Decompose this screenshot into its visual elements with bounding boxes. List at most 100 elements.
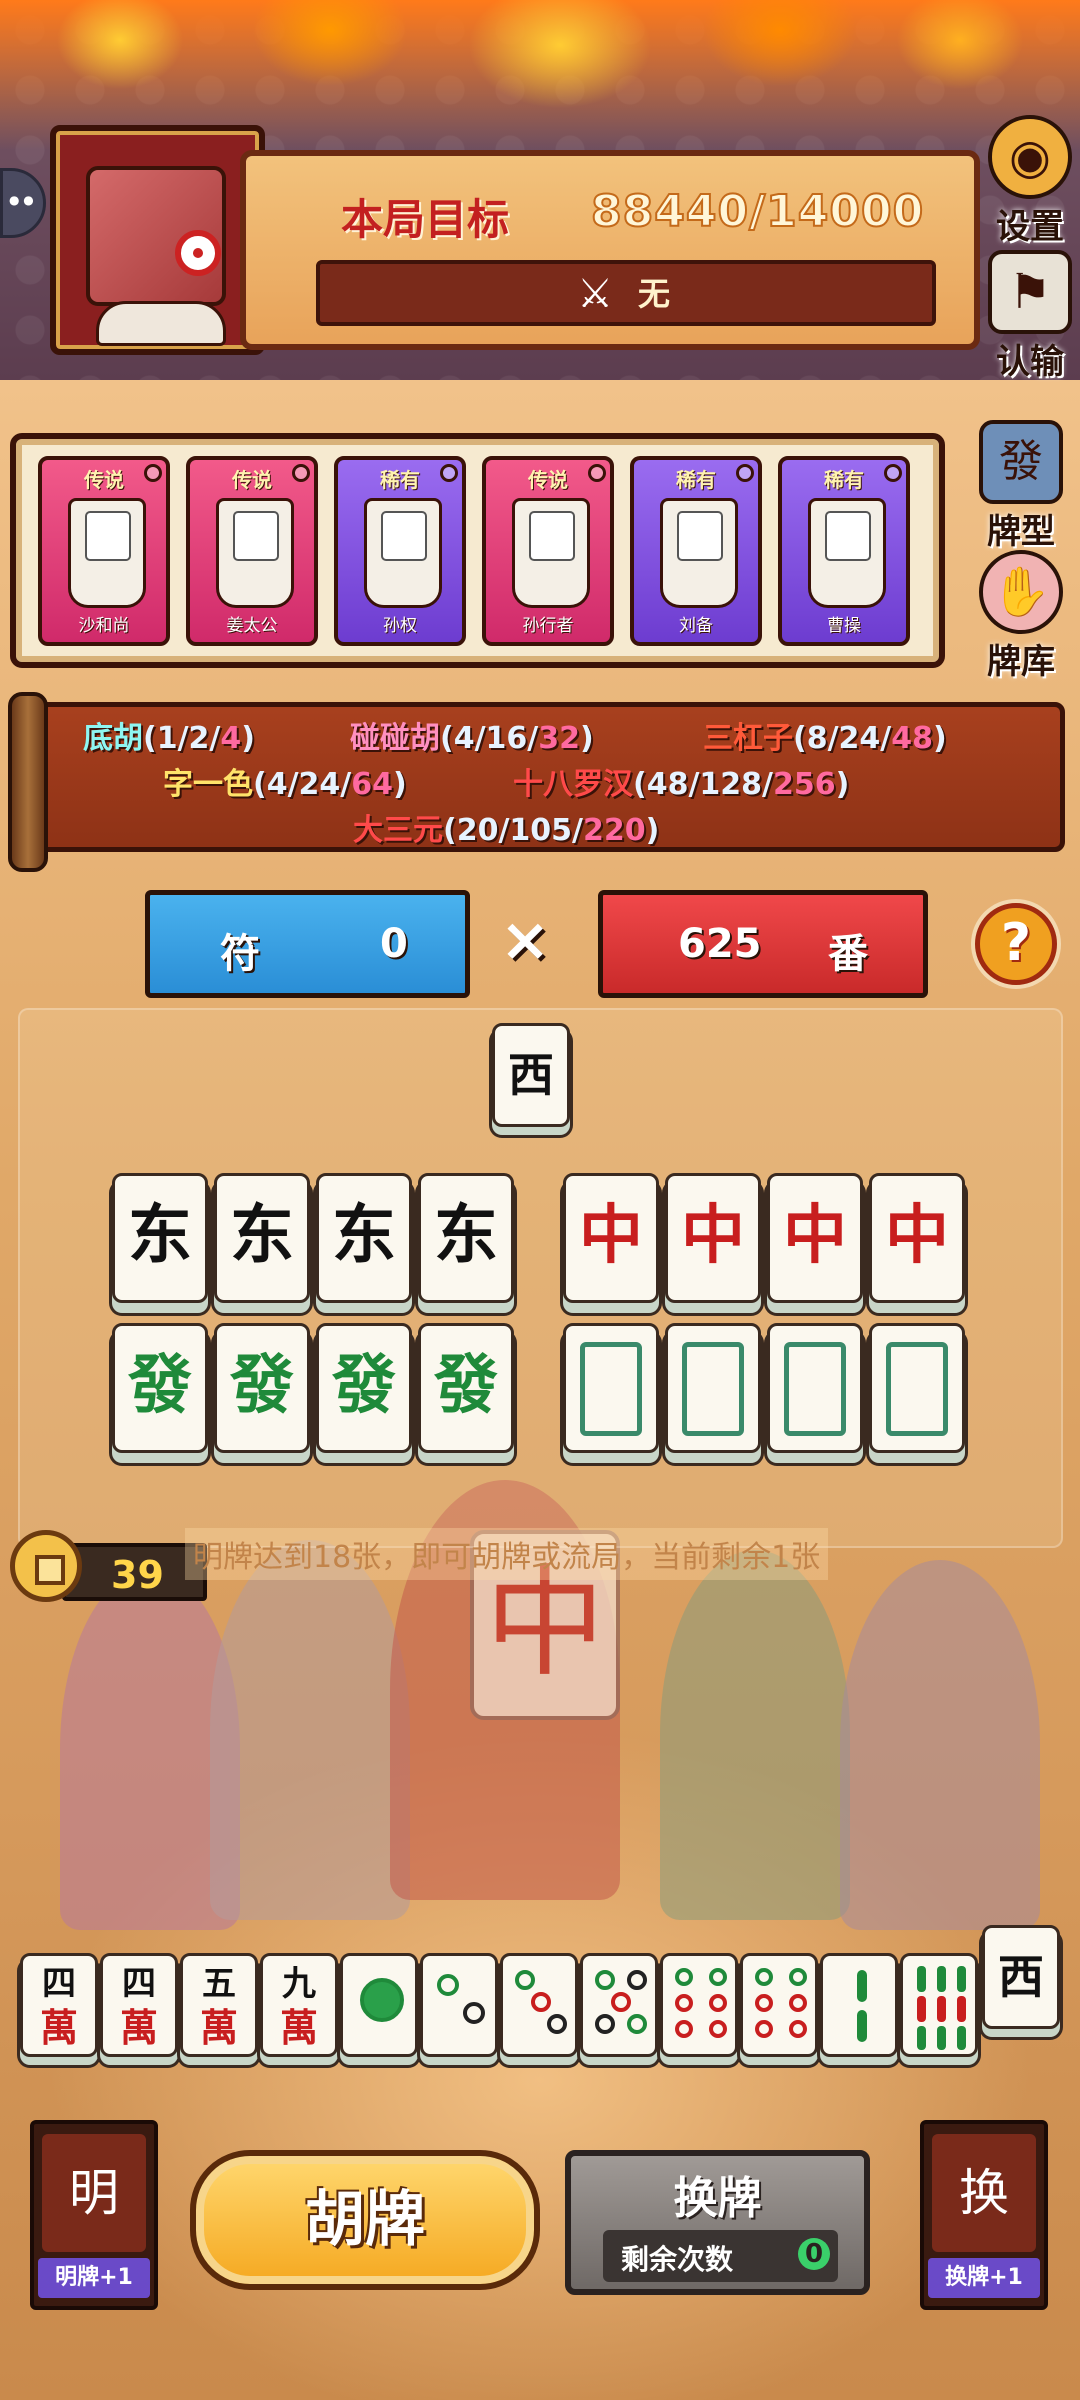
revealed-west-tile: 西 xyxy=(492,1023,570,1127)
character-portrait xyxy=(68,498,146,608)
rule-pengpenghu: 碰碰胡(4/16/32) xyxy=(350,721,594,756)
scroll-rod xyxy=(8,692,48,872)
card-name: 孙权 xyxy=(383,616,417,636)
swap-remaining-label: 剩余次数 xyxy=(621,2243,734,2276)
swap-tiles-button[interactable]: 换牌 剩余次数 0 xyxy=(565,2150,870,2295)
fan-label: 番 xyxy=(828,931,868,977)
character-portrait xyxy=(216,498,294,608)
meld-tile-red-dragon: 中 xyxy=(767,1173,863,1303)
hand-tile-circle[interactable] xyxy=(500,1953,578,2057)
meld-tile-red-dragon: 中 xyxy=(563,1173,659,1303)
boss-body xyxy=(96,301,226,346)
character-card[interactable]: 传说 姜太公 xyxy=(186,456,318,646)
target-value: 88440/14000 xyxy=(590,185,925,238)
reveal-tile-icon: 明 xyxy=(42,2134,146,2252)
meld-tile-east: 东 xyxy=(316,1173,412,1303)
hand-tile-circle[interactable] xyxy=(340,1953,418,2057)
tile-library-button[interactable]: ✋ 牌库 xyxy=(962,550,1080,683)
library-label: 牌库 xyxy=(987,642,1055,682)
character-card[interactable]: 传说 孙行者 xyxy=(482,456,614,646)
target-panel: 本局目标 88440/14000 ⚔ 无 xyxy=(240,150,980,350)
hand-tile-character[interactable]: 四萬 xyxy=(20,1953,98,2057)
surrender-button[interactable]: ⚑ 认输 xyxy=(978,250,1080,383)
book-icon: 發 xyxy=(979,420,1063,504)
rule-dihu: 底胡(1/2/4) xyxy=(83,721,255,756)
hand-tile-character[interactable]: 九萬 xyxy=(260,1953,338,2057)
white-flag-icon: ⚑ xyxy=(988,250,1072,334)
meld-tile-green-dragon: 發 xyxy=(316,1323,412,1453)
meld-tile-red-dragon: 中 xyxy=(869,1173,965,1303)
gear-eye-icon: ◉ xyxy=(988,115,1072,199)
scoring-rules-scroll: 底胡(1/2/4) 碰碰胡(4/16/32) 三杠子(8/24/48) 字一色(… xyxy=(30,702,1065,852)
character-portrait xyxy=(364,498,442,608)
target-condition-text: 无 xyxy=(638,275,671,313)
magnifier-icon[interactable] xyxy=(884,464,902,482)
character-card[interactable]: 传说 沙和尚 xyxy=(38,456,170,646)
hand-tile-character[interactable]: 四萬 xyxy=(100,1953,178,2057)
target-label: 本局目标 xyxy=(341,195,510,244)
card-name: 刘备 xyxy=(679,616,713,636)
meld-tile-white-dragon xyxy=(869,1323,965,1453)
meld-tile-east: 东 xyxy=(418,1173,514,1303)
rule-shibaluohan: 十八罗汉(48/128/256) xyxy=(513,767,850,802)
drawn-tile-west[interactable]: 西 xyxy=(982,1925,1060,2029)
hand-tile-character[interactable]: 五萬 xyxy=(180,1953,258,2057)
fan-value: 625 xyxy=(678,921,762,967)
magnifier-icon[interactable] xyxy=(588,464,606,482)
card-name: 姜太公 xyxy=(226,616,278,636)
character-portrait xyxy=(808,498,886,608)
help-button[interactable]: ? xyxy=(975,903,1057,985)
character-cards-panel: 传说 沙和尚 传说 姜太公 稀有 孙权 传说 孙行者 稀有 刘备 稀有 曹操 xyxy=(10,433,945,668)
character-card[interactable]: 稀有 曹操 xyxy=(778,456,910,646)
multiply-sign: × xyxy=(500,905,551,975)
rule-sangangzi: 三杠子(8/24/48) xyxy=(703,721,947,756)
swap-remaining-count: 0 xyxy=(798,2238,830,2270)
hand-tile-circle[interactable] xyxy=(660,1953,738,2057)
hand-tile-circle[interactable] xyxy=(740,1953,818,2057)
swap-tile-icon: 换 xyxy=(932,2134,1036,2252)
meld-tile-east: 东 xyxy=(214,1173,310,1303)
hand-tile-bamboo[interactable] xyxy=(820,1953,898,2057)
patterns-button[interactable]: 發 牌型 xyxy=(962,420,1080,553)
hand-tile-icon: ✋ xyxy=(979,550,1063,634)
reveal-boost-label: 明牌+1 xyxy=(38,2258,150,2298)
magnifier-icon[interactable] xyxy=(440,464,458,482)
rule-ziyise: 字一色(4/24/64) xyxy=(163,767,407,802)
card-name: 沙和尚 xyxy=(78,616,130,636)
coin-value: 39 xyxy=(111,1553,164,1597)
patterns-label: 牌型 xyxy=(987,512,1055,552)
hu-button[interactable]: 胡牌 xyxy=(190,2150,540,2290)
target-condition-bar: ⚔ 无 xyxy=(316,260,936,326)
hand-tile-circle[interactable] xyxy=(420,1953,498,2057)
meld-tile-white-dragon xyxy=(665,1323,761,1453)
magnifier-icon[interactable] xyxy=(144,464,162,482)
character-card[interactable]: 稀有 刘备 xyxy=(630,456,762,646)
meld-tile-red-dragon: 中 xyxy=(665,1173,761,1303)
boss-avatar xyxy=(50,125,265,355)
character-card[interactable]: 稀有 孙权 xyxy=(334,456,466,646)
swap-boost-card[interactable]: 换 换牌+1 xyxy=(920,2120,1048,2310)
meld-tile-white-dragon xyxy=(563,1323,659,1453)
magnifier-icon[interactable] xyxy=(292,464,310,482)
swap-remaining: 剩余次数 0 xyxy=(603,2230,838,2282)
meld-tile-green-dragon: 發 xyxy=(112,1323,208,1453)
rule-dasanyuan: 大三元(20/105/220) xyxy=(353,813,660,848)
reveal-boost-card[interactable]: 明 明牌+1 xyxy=(30,2120,158,2310)
card-name: 曹操 xyxy=(827,616,861,636)
fu-score-bar: 符 0 xyxy=(145,890,470,998)
fan-score-bar: 625 番 xyxy=(598,890,928,998)
eye-icon xyxy=(175,230,221,276)
coin-icon xyxy=(10,1530,82,1602)
swap-title: 换牌 xyxy=(673,2173,762,2224)
crossed-swords-icon: ⚔ xyxy=(577,271,613,317)
hand-tile-circle[interactable] xyxy=(580,1953,658,2057)
magnifier-icon[interactable] xyxy=(736,464,754,482)
character-portrait xyxy=(512,498,590,608)
meld-tile-white-dragon xyxy=(767,1323,863,1453)
fu-label: 符 xyxy=(220,931,260,977)
settings-button[interactable]: ◉ 设置 xyxy=(978,115,1080,248)
swap-boost-label: 换牌+1 xyxy=(928,2258,1040,2298)
fu-value: 0 xyxy=(380,921,408,967)
card-name: 孙行者 xyxy=(522,616,574,636)
hand-tile-bamboo[interactable] xyxy=(900,1953,978,2057)
